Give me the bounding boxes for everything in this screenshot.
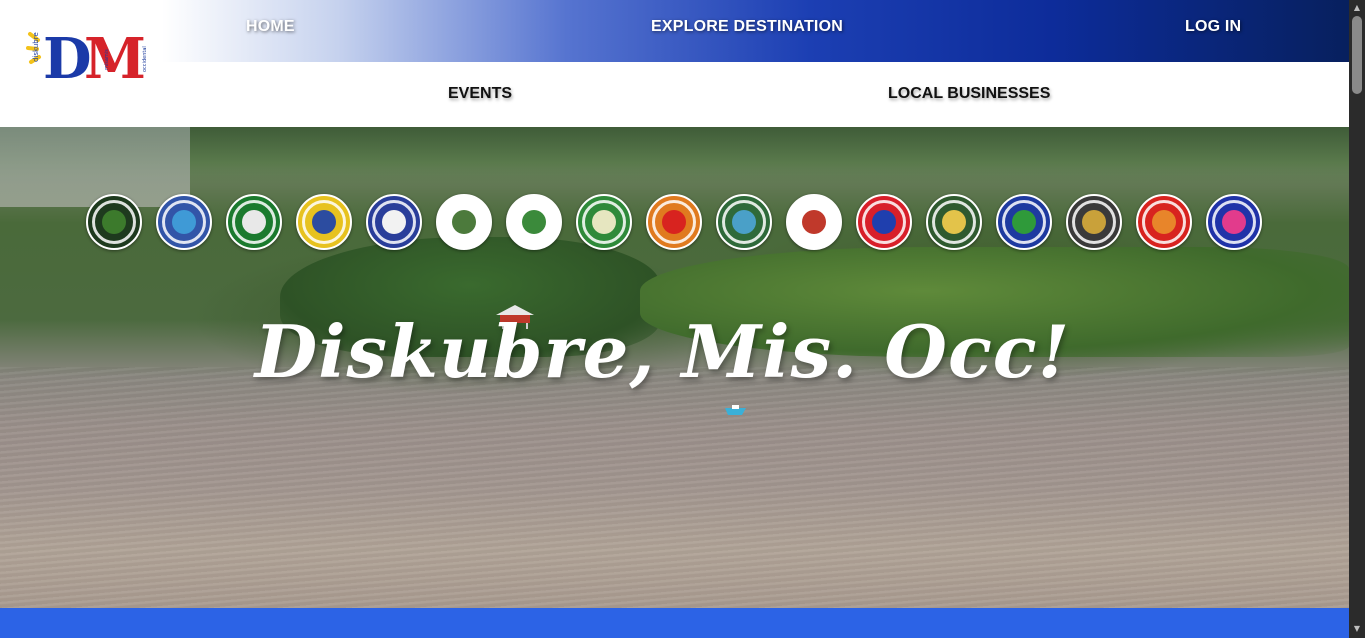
seal-lopez-jaena-icon[interactable] bbox=[716, 194, 772, 250]
seal-emblem bbox=[102, 210, 126, 234]
logo-tag-sub1: misamis bbox=[104, 49, 110, 70]
nav-explore-destination-link[interactable]: EXPLORE DESTINATION bbox=[651, 18, 843, 36]
seal-plaridel-icon[interactable] bbox=[926, 194, 982, 250]
seal-concepcion-icon[interactable] bbox=[436, 194, 492, 250]
logo-letter-m: M bbox=[84, 26, 146, 84]
seal-emblem bbox=[732, 210, 756, 234]
seal-1-icon[interactable] bbox=[86, 194, 142, 250]
seal-calamba-icon[interactable] bbox=[296, 194, 352, 250]
seal-emblem bbox=[872, 210, 896, 234]
dm-logo-icon: diskubre D M misamis occidental bbox=[26, 26, 148, 92]
seal-jimenez-icon[interactable] bbox=[576, 194, 632, 250]
hero-title: Diskubre, Mis. Occ! bbox=[254, 309, 1071, 394]
footer-band bbox=[0, 608, 1349, 638]
nav-home-link[interactable]: HOME bbox=[246, 18, 295, 36]
seal-don-victoriano-icon[interactable] bbox=[506, 194, 562, 250]
seal-emblem bbox=[592, 210, 616, 234]
seal-province-icon[interactable] bbox=[646, 194, 702, 250]
seal-emblem bbox=[242, 210, 266, 234]
boat-icon bbox=[725, 405, 746, 415]
seal-tudela-icon[interactable] bbox=[1206, 194, 1262, 250]
hero-background-ripples bbox=[0, 367, 1349, 608]
nav-login-link[interactable]: LOG IN bbox=[1185, 18, 1241, 36]
site-logo[interactable]: diskubre D M misamis occidental bbox=[26, 20, 156, 92]
seal-emblem bbox=[1012, 210, 1036, 234]
top-navbar: HOME EXPLORE DESTINATION LOG IN bbox=[0, 0, 1349, 62]
secondary-navbar: EVENTS LOCAL BUSINESSES bbox=[0, 62, 1349, 127]
scroll-up-icon[interactable]: ▲ bbox=[1352, 3, 1362, 13]
seal-emblem bbox=[1152, 210, 1176, 234]
nav-local-businesses-link[interactable]: LOCAL BUSINESSES bbox=[888, 85, 1050, 103]
seal-emblem bbox=[1082, 210, 1106, 234]
seal-emblem bbox=[382, 210, 406, 234]
seal-bonifacio-icon[interactable] bbox=[226, 194, 282, 250]
logo-tag-left: diskubre bbox=[32, 32, 40, 62]
seal-baliangao-icon[interactable] bbox=[156, 194, 212, 250]
seal-emblem bbox=[802, 210, 826, 234]
logo-tag-sub2: occidental bbox=[142, 46, 148, 72]
nav-events-link[interactable]: EVENTS bbox=[448, 85, 512, 103]
seal-emblem bbox=[522, 210, 546, 234]
scrollbar-thumb[interactable] bbox=[1352, 16, 1362, 94]
seal-emblem bbox=[452, 210, 476, 234]
seal-tangub-icon[interactable] bbox=[1136, 194, 1192, 250]
seal-emblem bbox=[312, 210, 336, 234]
page: HOME EXPLORE DESTINATION LOG IN EVENTS L… bbox=[0, 0, 1365, 638]
page-scrollbar[interactable]: ▲ ▼ bbox=[1349, 0, 1365, 638]
seal-clarin-icon[interactable] bbox=[366, 194, 422, 250]
seal-emblem bbox=[1222, 210, 1246, 234]
seal-oroquieta-icon[interactable] bbox=[786, 194, 842, 250]
municipal-seals-row bbox=[86, 194, 1266, 252]
seal-ozamiz-icon[interactable] bbox=[856, 194, 912, 250]
seal-emblem bbox=[662, 210, 686, 234]
seal-emblem bbox=[942, 210, 966, 234]
scroll-down-icon[interactable]: ▼ bbox=[1352, 624, 1362, 634]
hero-background-trees bbox=[0, 127, 1349, 187]
seal-sapang-dalaga-icon[interactable] bbox=[996, 194, 1052, 250]
seal-sinacaban-icon[interactable] bbox=[1066, 194, 1122, 250]
seal-emblem bbox=[172, 210, 196, 234]
